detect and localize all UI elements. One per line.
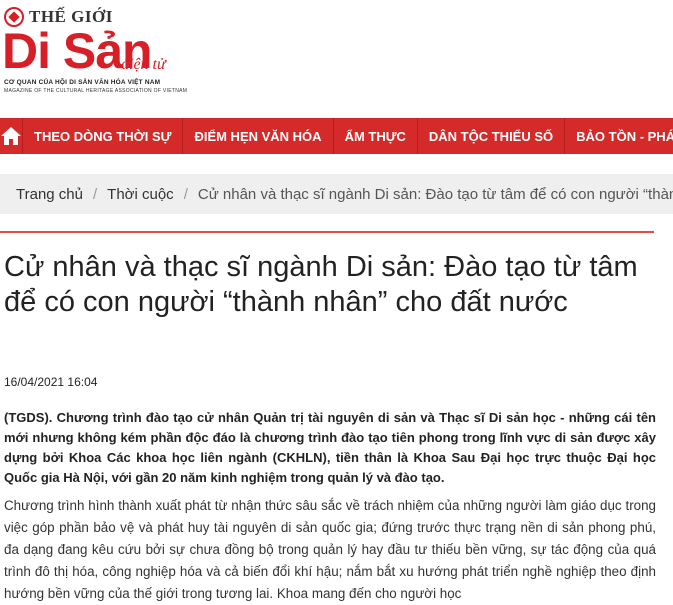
title-divider bbox=[0, 231, 654, 233]
nav-item-diem-hen-van-hoa[interactable]: ĐIỂM HẸN VĂN HÓA bbox=[183, 118, 334, 154]
breadcrumb: Trang chủ / Thời cuộc / Cử nhân và thạc … bbox=[0, 174, 673, 214]
logo-sub-text: điện tử bbox=[121, 56, 166, 73]
nav-home[interactable] bbox=[0, 118, 23, 154]
breadcrumb-home[interactable]: Trang chủ bbox=[0, 186, 83, 203]
article-body: Chương trình hình thành xuất phát từ nhậ… bbox=[4, 498, 656, 601]
article-title: Cử nhân và thạc sĩ ngành Di sản: Đào tạo… bbox=[4, 251, 638, 318]
breadcrumb-section[interactable]: Thời cuộc bbox=[97, 186, 174, 203]
nav-item-am-thuc[interactable]: ẨM THỰC bbox=[334, 118, 418, 154]
nav-item-bao-ton-phat[interactable]: BẢO TỒN - PHÁT bbox=[565, 118, 673, 154]
home-icon bbox=[1, 127, 21, 145]
article-date: 16/04/2021 16:04 bbox=[4, 375, 98, 389]
logo-magazine-text: MAGAZINE OF THE CULTURAL HERITAGE ASSOCI… bbox=[4, 88, 188, 94]
logo-org-text: CƠ QUAN CỦA HỘI DI SẢN VĂN HÓA VIỆT NAM bbox=[4, 79, 161, 86]
nav-item-theo-dong-thoi-su[interactable]: THEO DÒNG THỜI SỰ bbox=[23, 118, 184, 154]
main-nav: THEO DÒNG THỜI SỰ ĐIỂM HẸN VĂN HÓA ẨM TH… bbox=[0, 118, 673, 154]
nav-item-dan-toc-thieu-so[interactable]: DÂN TỘC THIỂU SỐ bbox=[418, 118, 566, 154]
site-logo[interactable]: THẾ GIỚI Di Sản điện tử CƠ QUAN CỦA HỘI … bbox=[2, 6, 204, 106]
breadcrumb-current: Cử nhân và thạc sĩ ngành Di sản: Đào tạo… bbox=[197, 185, 673, 203]
breadcrumb-separator: / bbox=[92, 185, 98, 203]
article-lead: (TGDS). Chương trình đào tạo cử nhân Quả… bbox=[4, 410, 656, 485]
breadcrumb-separator: / bbox=[183, 185, 188, 203]
site-header: THẾ GIỚI Di Sản điện tử CƠ QUAN CỦA HỘI … bbox=[0, 0, 673, 118]
